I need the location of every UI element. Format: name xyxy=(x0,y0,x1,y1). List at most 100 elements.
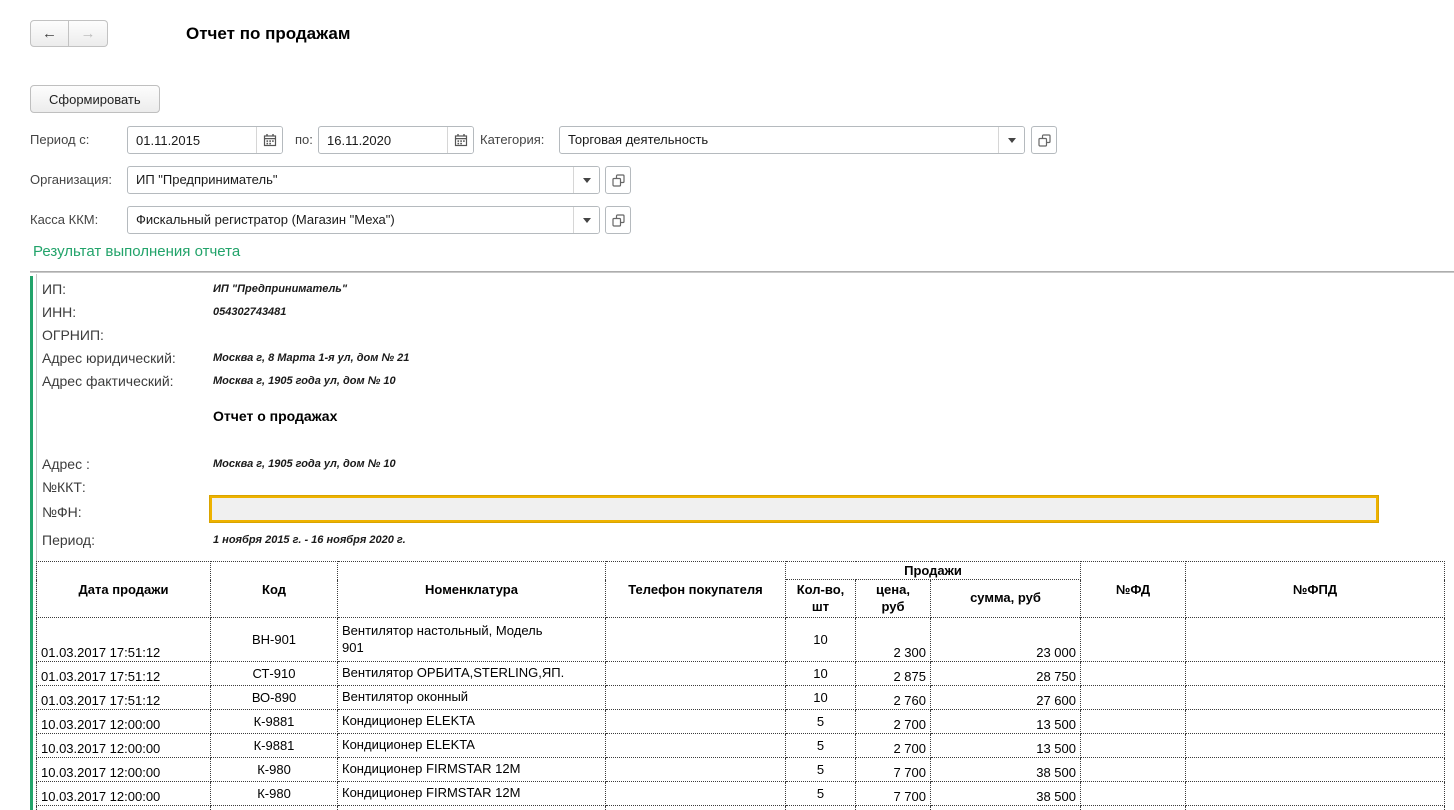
cell-code[interactable]: К-9881 xyxy=(211,734,338,758)
cell-sum[interactable]: 38 500 xyxy=(931,758,1081,782)
cell-fd[interactable] xyxy=(1081,686,1186,710)
col-header-qty[interactable]: Кол-во, шт xyxy=(786,580,856,618)
cell-name[interactable]: Кондиционер ELEKTA xyxy=(338,710,606,734)
cell-phone[interactable] xyxy=(606,662,786,686)
cell-sum[interactable] xyxy=(931,806,1081,810)
cell-qty[interactable]: 10 xyxy=(786,662,856,686)
cell-fd[interactable] xyxy=(1081,758,1186,782)
cell-phone[interactable] xyxy=(606,710,786,734)
cell-name[interactable]: Кондиционер FIRMSTAR 12M xyxy=(338,782,606,806)
info-value[interactable]: ИП "Предприниматель" xyxy=(213,283,347,295)
cell-name[interactable]: Кондиционер ELEKTA xyxy=(338,734,606,758)
cell-fpd[interactable] xyxy=(1186,618,1445,662)
cell-fpd[interactable] xyxy=(1186,710,1445,734)
cell-qty[interactable]: 10 xyxy=(786,618,856,662)
cell-date[interactable]: 10.03.2017 12:00:00 xyxy=(37,710,211,734)
cell-qty[interactable]: 5 xyxy=(786,710,856,734)
cell-date[interactable]: 01.03.2017 17:51:12 xyxy=(37,686,211,710)
cell-fpd[interactable] xyxy=(1186,734,1445,758)
cell-price[interactable]: 2 760 xyxy=(856,686,931,710)
cell-fd[interactable] xyxy=(1081,662,1186,686)
period-from-calendar-button[interactable] xyxy=(256,127,282,153)
cell-sum[interactable]: 27 600 xyxy=(931,686,1081,710)
cell-date[interactable]: 10.03.2017 12:00:00 xyxy=(37,734,211,758)
cell-fpd[interactable] xyxy=(1186,806,1445,810)
cell-date[interactable]: 01.03.2017 17:51:12 xyxy=(37,618,211,662)
cell-code[interactable] xyxy=(211,806,338,810)
cell-code[interactable]: ВО-890 xyxy=(211,686,338,710)
col-header-fpd[interactable]: №ФПД xyxy=(1186,562,1445,618)
cell-name[interactable]: Вентилятор оконный xyxy=(338,686,606,710)
cell-phone[interactable] xyxy=(606,618,786,662)
col-header-sum[interactable]: сумма, руб xyxy=(931,580,1081,618)
col-header-code[interactable]: Код xyxy=(211,562,338,618)
cell-name[interactable] xyxy=(338,806,606,810)
cell-fpd[interactable] xyxy=(1186,662,1445,686)
cell-date[interactable]: 01.03.2017 17:51:12 xyxy=(37,662,211,686)
cell-qty[interactable]: 10 xyxy=(786,686,856,710)
cell-qty[interactable]: 5 xyxy=(786,758,856,782)
cell-sum[interactable]: 13 500 xyxy=(931,734,1081,758)
cell-qty[interactable] xyxy=(786,806,856,810)
cell-fpd[interactable] xyxy=(1186,686,1445,710)
cell-fpd[interactable] xyxy=(1186,782,1445,806)
cell-code[interactable]: СТ-910 xyxy=(211,662,338,686)
generate-button[interactable]: Сформировать xyxy=(30,85,160,113)
info-label[interactable]: Адрес юридический: xyxy=(42,350,213,366)
cell-fd[interactable] xyxy=(1081,782,1186,806)
col-header-phone[interactable]: Телефон покупателя xyxy=(606,562,786,618)
col-header-fd[interactable]: №ФД xyxy=(1081,562,1186,618)
detail-value[interactable]: Москва г, 1905 года ул, дом № 10 xyxy=(213,458,396,470)
organization-combo[interactable]: ИП "Предприниматель" xyxy=(127,166,600,194)
period-to-input[interactable] xyxy=(319,127,447,153)
cell-price[interactable]: 2 700 xyxy=(856,734,931,758)
kkm-open-button[interactable] xyxy=(605,206,631,234)
cell-phone[interactable] xyxy=(606,758,786,782)
info-label[interactable]: ИП: xyxy=(42,281,213,297)
cell-price[interactable]: 2 300 xyxy=(856,618,931,662)
cell-fd[interactable] xyxy=(1081,806,1186,810)
category-open-button[interactable] xyxy=(1031,126,1057,154)
organization-open-button[interactable] xyxy=(605,166,631,194)
info-label[interactable]: ИНН: xyxy=(42,304,213,320)
cell-fd[interactable] xyxy=(1081,734,1186,758)
cell-sum[interactable]: 13 500 xyxy=(931,710,1081,734)
cell-price[interactable]: 7 700 xyxy=(856,758,931,782)
cell-price[interactable]: 2 875 xyxy=(856,662,931,686)
detail-label[interactable]: Адрес : xyxy=(42,456,213,472)
info-value[interactable]: 054302743481 xyxy=(213,306,286,318)
fn-number-cell-selected[interactable] xyxy=(210,496,1378,522)
category-dropdown-button[interactable] xyxy=(998,127,1024,153)
kkm-combo[interactable]: Фискальный регистратор (Магазин "Меха") xyxy=(127,206,600,234)
cell-fd[interactable] xyxy=(1081,710,1186,734)
cell-code[interactable]: ВН-901 xyxy=(211,618,338,662)
forward-button[interactable]: → xyxy=(69,20,108,47)
report-title[interactable]: Отчет о продажах xyxy=(213,408,337,424)
info-value[interactable]: Москва г, 8 Марта 1-я ул, дом № 21 xyxy=(213,352,409,364)
period-to-calendar-button[interactable] xyxy=(447,127,473,153)
cell-phone[interactable] xyxy=(606,782,786,806)
period-from-input[interactable] xyxy=(128,127,256,153)
category-combo[interactable]: Торговая деятельность xyxy=(559,126,1025,154)
cell-code[interactable]: К-9881 xyxy=(211,710,338,734)
cell-price[interactable]: 2 700 xyxy=(856,710,931,734)
cell-date[interactable] xyxy=(37,806,211,810)
cell-price[interactable] xyxy=(856,806,931,810)
cell-date[interactable]: 10.03.2017 12:00:00 xyxy=(37,782,211,806)
col-header-price[interactable]: цена, руб xyxy=(856,580,931,618)
info-value[interactable]: Москва г, 1905 года ул, дом № 10 xyxy=(213,375,396,387)
cell-date[interactable]: 10.03.2017 12:00:00 xyxy=(37,758,211,782)
detail-label[interactable]: Период: xyxy=(42,532,213,548)
cell-price[interactable]: 7 700 xyxy=(856,782,931,806)
col-header-date[interactable]: Дата продажи xyxy=(37,562,211,618)
cell-sum[interactable]: 28 750 xyxy=(931,662,1081,686)
col-header-sales-group[interactable]: Продажи xyxy=(786,562,1081,580)
cell-code[interactable]: К-980 xyxy=(211,782,338,806)
cell-code[interactable]: К-980 xyxy=(211,758,338,782)
info-label[interactable]: Адрес фактический: xyxy=(42,373,213,389)
col-header-name[interactable]: Номенклатура xyxy=(338,562,606,618)
cell-name[interactable]: Вентилятор настольный, Модель 901 xyxy=(338,618,606,662)
cell-qty[interactable]: 5 xyxy=(786,782,856,806)
cell-phone[interactable] xyxy=(606,806,786,810)
cell-phone[interactable] xyxy=(606,734,786,758)
